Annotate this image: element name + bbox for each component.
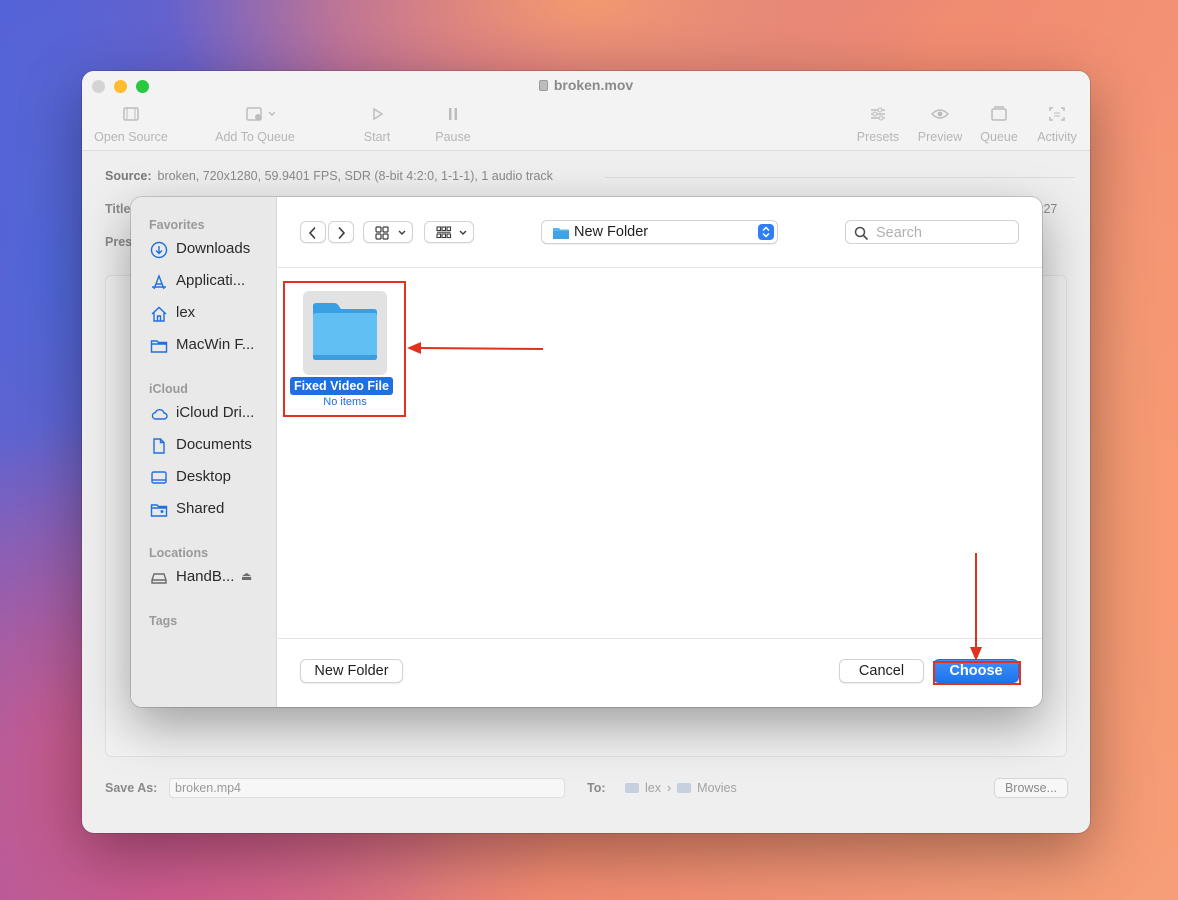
film-icon [123,107,139,121]
divider [605,177,1075,178]
sidebar-item-shared[interactable]: Shared [149,499,275,521]
duration-fragment: :27 [1040,202,1058,216]
group-grid-icon [436,226,467,239]
location-popup[interactable]: New Folder [541,220,778,244]
folder-icon [553,228,569,239]
document-icon [153,438,165,454]
title-bar: broken.mov Open Source Add To Queue Star… [82,71,1090,151]
drive-icon [151,573,167,584]
open-source-button[interactable]: Open Source [92,104,170,144]
destination-path[interactable]: lex › Movies [625,781,737,795]
sidebar-item-macwin[interactable]: MacWin F... [149,335,275,357]
chevron-right-icon [338,226,346,240]
downloads-icon [150,241,168,259]
group-view-button[interactable] [424,221,474,243]
sidebar-item-handbrake-volume[interactable]: HandB... ⏏ [149,567,275,589]
activity-icon [1049,107,1065,121]
preview-button[interactable]: Preview [912,104,968,144]
folder-icon [150,340,168,353]
dialog-button-bar: New Folder Cancel Choose [278,638,1042,707]
eject-icon[interactable]: ⏏ [241,569,252,583]
applications-icon [152,274,166,290]
grid-icon [375,226,406,240]
activity-button[interactable]: Activity [1030,104,1084,144]
sidebar-item-home[interactable]: lex [149,303,275,325]
cloud-icon [151,409,168,420]
sidebar-item-applications[interactable]: Applicati... [149,271,275,293]
icloud-heading: iCloud [149,382,188,396]
locations-heading: Locations [149,546,209,560]
presets-label: Pres [105,235,133,249]
start-button[interactable]: Start [354,104,400,144]
folder-icon [625,783,639,793]
source-info: Source: broken, 720x1280, 59.9401 FPS, SD… [105,169,553,183]
cancel-button[interactable]: Cancel [839,659,924,683]
annotation-highlight-folder [283,281,406,417]
save-as-field[interactable]: broken.mp4 [169,778,565,798]
icon-view-button[interactable] [363,221,413,243]
presets-button[interactable]: Presets [852,104,904,144]
stepper-icon [758,224,774,240]
sidebar-item-desktop[interactable]: Desktop [149,467,275,489]
shared-folder-icon [150,504,168,517]
chevron-left-icon [308,226,316,240]
document-icon [538,80,548,91]
forward-button[interactable] [328,221,354,243]
annotation-highlight-choose [933,661,1021,685]
browse-button[interactable]: Browse... [994,778,1068,798]
home-icon [151,306,167,322]
search-input[interactable] [876,223,1012,242]
desktop-icon [151,471,167,484]
queue-button[interactable]: Queue [974,104,1024,144]
search-icon [854,226,869,241]
pause-icon [449,108,457,120]
sliders-icon [871,107,885,121]
favorites-heading: Favorites [149,218,205,232]
search-field[interactable] [845,220,1019,244]
sidebar-item-downloads[interactable]: Downloads [149,239,275,261]
window-title: broken.mov [82,77,1090,93]
play-icon [373,107,384,121]
eye-icon [930,109,950,119]
add-queue-icon [246,107,275,121]
pause-button[interactable]: Pause [430,104,476,144]
dialog-toolbar: New Folder [278,197,1042,268]
dialog-sidebar: Favorites Downloads Applicati... lex Mac… [131,197,277,707]
new-folder-button[interactable]: New Folder [300,659,403,683]
add-to-queue-button[interactable]: Add To Queue [210,104,300,144]
title-label: Title [105,202,131,216]
tags-heading: Tags [149,614,178,628]
sidebar-item-icloud-drive[interactable]: iCloud Dri... [149,403,275,425]
sidebar-item-documents[interactable]: Documents [149,435,275,457]
choose-folder-dialog: Favorites Downloads Applicati... lex Mac… [131,197,1042,707]
chevron-right-icon: › [666,781,672,795]
folder-icon [677,783,692,793]
back-button[interactable] [300,221,326,243]
queue-icon [991,106,1007,121]
